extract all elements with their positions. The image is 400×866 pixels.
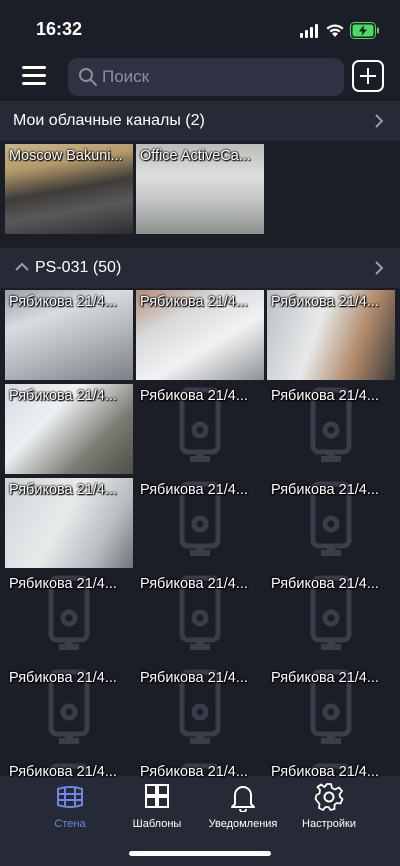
bell-icon <box>231 786 255 812</box>
camera-tile[interactable]: Рябикова 21/4... <box>5 478 133 568</box>
nav-wall[interactable]: Стена <box>25 782 115 830</box>
cloud-channels-title: Мои облачные каналы (2) <box>13 112 205 129</box>
ps031-group-title: PS-031 (50) <box>35 259 122 276</box>
search-input[interactable]: Поиск <box>68 58 344 96</box>
nav-templates[interactable]: Шаблоны <box>112 782 202 830</box>
chevron-right-icon[interactable] <box>374 260 384 276</box>
plus-icon <box>360 68 376 84</box>
camera-tile[interactable]: Рябикова 21/4... <box>136 666 264 756</box>
camera-tile-label: Рябикова 21/4... <box>140 576 248 592</box>
camera-tile[interactable]: Рябикова 21/4... <box>5 384 133 474</box>
chevron-right-icon[interactable] <box>374 113 384 129</box>
camera-tile-label: Рябикова 21/4... <box>140 670 248 686</box>
chevron-up-icon[interactable] <box>14 262 30 272</box>
nav-label: Настройки <box>302 818 356 830</box>
camera-tile-cloud-2[interactable]: Office ActiveCa... <box>136 144 264 234</box>
camera-tile-label: Рябикова 21/4... <box>271 764 379 780</box>
cellular-signal-icon <box>300 24 318 38</box>
nav-label: Уведомления <box>208 818 278 830</box>
camera-tile-label: Рябикова 21/4... <box>271 388 379 404</box>
ps031-group-header[interactable]: PS-031 (50) <box>0 248 400 288</box>
camera-tile-label: Рябикова 21/4... <box>9 764 117 780</box>
add-button[interactable] <box>352 60 384 92</box>
camera-tile-cloud-1[interactable]: Moscow Bakuni... <box>5 144 133 234</box>
camera-tile-label: Рябикова 21/4... <box>9 388 117 404</box>
gear-icon <box>314 783 344 811</box>
camera-tile[interactable]: Рябикова 21/4... <box>267 572 395 662</box>
camera-tile[interactable]: Рябикова 21/4... <box>136 572 264 662</box>
camera-tile-label: Рябикова 21/4... <box>9 482 117 498</box>
nav-settings[interactable]: Настройки <box>284 782 374 830</box>
camera-tile-label: Office ActiveCa... <box>140 148 251 164</box>
camera-tile[interactable]: Рябикова 21/4... <box>5 572 133 662</box>
camera-tile-label: Рябикова 21/4... <box>271 670 379 686</box>
camera-tile-label: Рябикова 21/4... <box>140 482 248 498</box>
camera-tile[interactable]: Рябикова 21/4... <box>267 666 395 756</box>
battery-charging-icon <box>350 22 379 39</box>
camera-tile-label: Moscow Bakuni... <box>9 148 123 164</box>
menu-icon[interactable] <box>22 66 46 88</box>
camera-tile-label: Рябикова 21/4... <box>9 576 117 592</box>
nav-label: Шаблоны <box>132 818 182 830</box>
status-bar: 16:32 <box>0 0 400 56</box>
camera-tile-label: Рябикова 21/4... <box>140 764 248 780</box>
top-bar: Поиск <box>0 56 400 100</box>
templates-icon <box>145 784 169 808</box>
wall-grid-icon <box>57 786 83 808</box>
camera-tile[interactable]: Рябикова 21/4... <box>136 478 264 568</box>
nav-notifications[interactable]: Уведомления <box>198 782 288 830</box>
camera-tile-label: Рябикова 21/4... <box>9 670 117 686</box>
home-indicator <box>129 851 271 856</box>
camera-tile-label: Рябикова 21/4... <box>271 576 379 592</box>
nav-label: Стена <box>54 818 86 830</box>
camera-tile-label: Рябикова 21/4... <box>140 294 248 310</box>
wifi-icon <box>326 24 344 37</box>
camera-tile[interactable]: Рябикова 21/4... <box>136 384 264 474</box>
camera-tile[interactable]: Рябикова 21/4... <box>5 666 133 756</box>
cloud-channels-header[interactable]: Мои облачные каналы (2) <box>0 101 400 141</box>
camera-tile[interactable]: Рябикова 21/4... <box>267 290 395 380</box>
camera-tile[interactable]: Рябикова 21/4... <box>136 290 264 380</box>
status-time: 16:32 <box>36 19 83 39</box>
camera-tile-label: Рябикова 21/4... <box>271 482 379 498</box>
camera-tile-label: Рябикова 21/4... <box>140 388 248 404</box>
camera-tile[interactable]: Рябикова 21/4... <box>267 478 395 568</box>
camera-tile[interactable]: Рябикова 21/4... <box>5 290 133 380</box>
camera-tile[interactable]: Рябикова 21/4... <box>267 384 395 474</box>
search-icon <box>79 68 97 86</box>
camera-tile-label: Рябикова 21/4... <box>271 294 379 310</box>
camera-tile-label: Рябикова 21/4... <box>9 294 117 310</box>
search-placeholder: Поиск <box>102 67 150 86</box>
